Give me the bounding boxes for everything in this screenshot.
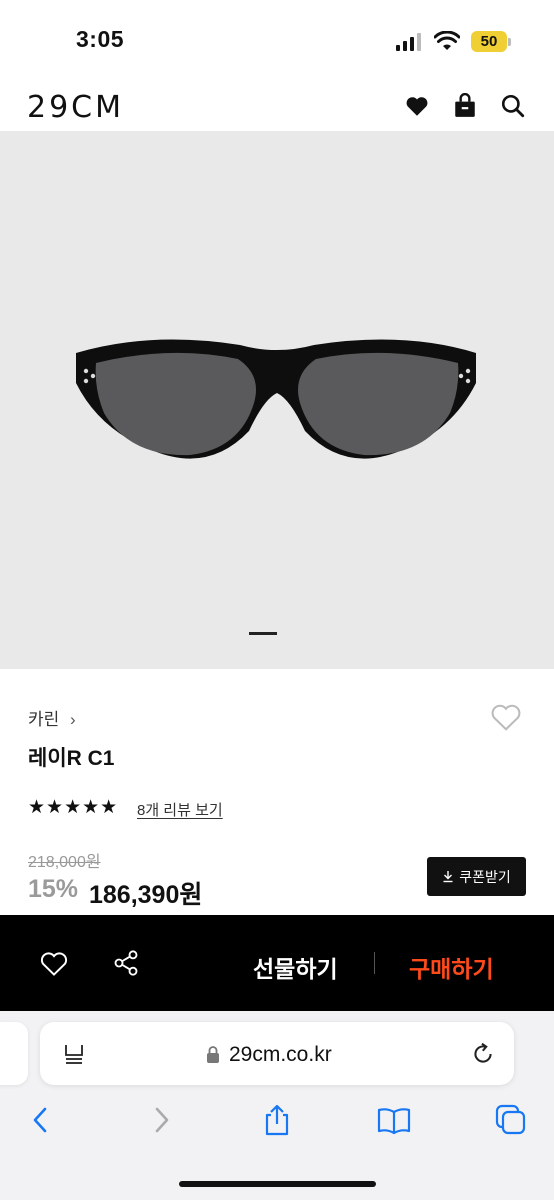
buy-button[interactable]: 구매하기 [409, 950, 494, 984]
home-indicator [179, 1181, 376, 1187]
sale-price: 186,390원 [89, 881, 203, 909]
bag-icon[interactable] [452, 93, 478, 119]
product-name: 레이R C1 [28, 747, 115, 770]
lock-icon [207, 1046, 219, 1063]
original-price: 218,000원 [28, 854, 101, 871]
sunglasses-image [76, 339, 476, 459]
url-text[interactable]: 29cm.co.kr [229, 1043, 332, 1067]
heart-outline-icon[interactable] [489, 702, 523, 732]
review-link[interactable]: 8개 리뷰 보기 [137, 799, 223, 820]
battery-tip [508, 38, 511, 46]
search-icon[interactable] [500, 93, 526, 119]
back-icon[interactable] [24, 1103, 58, 1137]
site-logo[interactable]: 29CM [27, 90, 124, 125]
signal-icon [396, 33, 421, 51]
heart-icon[interactable] [404, 93, 430, 119]
image-pager-indicator [249, 632, 277, 635]
forward-icon[interactable] [144, 1103, 178, 1137]
previous-tab-preview[interactable] [0, 1022, 28, 1085]
gift-button[interactable]: 선물하기 [253, 950, 338, 984]
product-image[interactable] [0, 131, 554, 669]
coupon-button[interactable]: 쿠폰받기 [427, 857, 526, 896]
tabs-icon[interactable] [494, 1103, 528, 1137]
share-sheet-icon[interactable] [260, 1103, 294, 1137]
wifi-icon [434, 31, 460, 50]
brand-name: 카린 [28, 710, 60, 729]
discount-rate: 15% [28, 875, 79, 903]
status-time: 3:05 [76, 26, 125, 52]
reader-icon[interactable] [62, 1042, 86, 1066]
brand-link[interactable]: 카린 › [28, 705, 76, 730]
rating-stars: ★★★★★ [28, 797, 119, 818]
wishlist-heart-icon[interactable] [39, 950, 69, 977]
battery-indicator: 50 [471, 31, 507, 52]
buy-bar-divider [374, 952, 375, 974]
reload-icon[interactable] [470, 1041, 496, 1067]
chevron-right-icon: › [70, 710, 76, 729]
share-icon[interactable] [112, 949, 140, 977]
bookmarks-icon[interactable] [377, 1103, 411, 1137]
coupon-label: 쿠폰받기 [459, 868, 511, 885]
download-icon [443, 871, 453, 883]
